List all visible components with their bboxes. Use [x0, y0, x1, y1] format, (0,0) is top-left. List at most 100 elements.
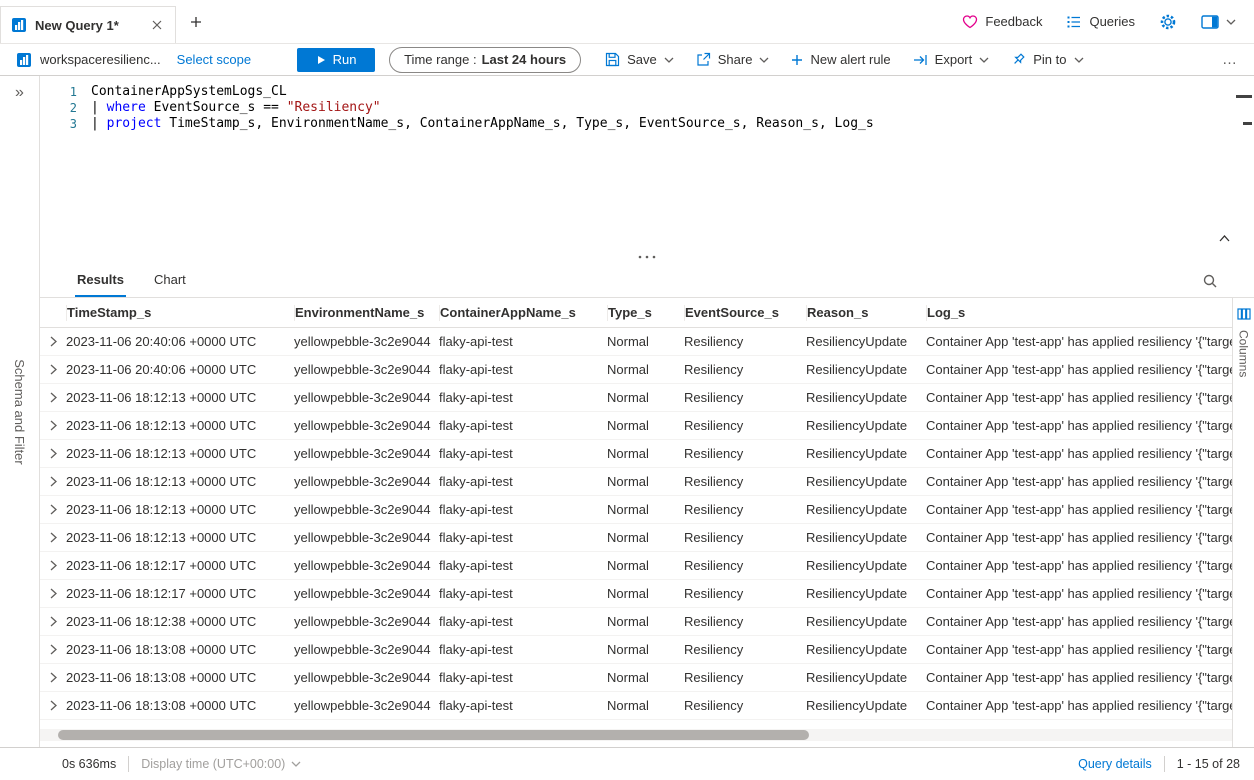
display-time-dropdown[interactable]: Display time (UTC+00:00): [141, 757, 301, 771]
table-row[interactable]: 2023-11-06 18:12:13 +0000 UTCyellowpebbl…: [40, 496, 1232, 524]
run-button[interactable]: Run: [297, 48, 375, 72]
queries-button[interactable]: Queries: [1066, 14, 1135, 30]
tab-results[interactable]: Results: [75, 264, 126, 297]
table-row[interactable]: 2023-11-06 18:12:13 +0000 UTCyellowpebbl…: [40, 412, 1232, 440]
save-button[interactable]: Save: [605, 52, 674, 67]
share-button[interactable]: Share: [696, 52, 770, 67]
table-row[interactable]: 2023-11-06 18:12:38 +0000 UTCyellowpebbl…: [40, 608, 1232, 636]
table-cell: 2023-11-06 18:13:08 +0000 UTC: [66, 698, 294, 713]
table-cell: 2023-11-06 18:12:17 +0000 UTC: [66, 586, 294, 601]
share-label: Share: [718, 52, 753, 67]
layout-button[interactable]: [1201, 15, 1236, 29]
row-expander[interactable]: [40, 364, 66, 375]
feedback-label: Feedback: [985, 14, 1042, 29]
table-cell: flaky-api-test: [439, 698, 607, 713]
table-row[interactable]: 2023-11-06 18:12:13 +0000 UTCyellowpebbl…: [40, 440, 1232, 468]
row-expander[interactable]: [40, 616, 66, 627]
row-expander[interactable]: [40, 532, 66, 543]
table-cell: flaky-api-test: [439, 670, 607, 685]
new-alert-rule-button[interactable]: New alert rule: [791, 52, 890, 67]
more-commands-button[interactable]: …: [1222, 51, 1238, 68]
expand-panel-button[interactable]: »: [15, 84, 24, 102]
table-row[interactable]: 2023-11-06 18:12:13 +0000 UTCyellowpebbl…: [40, 384, 1232, 412]
new-tab-button[interactable]: [186, 12, 206, 32]
query-editor[interactable]: 1ContainerAppSystemLogs_CL2| where Event…: [40, 76, 1254, 250]
table-row[interactable]: 2023-11-06 18:13:08 +0000 UTCyellowpebbl…: [40, 664, 1232, 692]
table-cell: 2023-11-06 18:12:13 +0000 UTC: [66, 418, 294, 433]
schema-filter-label[interactable]: Schema and Filter: [12, 359, 27, 465]
row-expander[interactable]: [40, 504, 66, 515]
column-header-log_s[interactable]: Log_s: [926, 305, 1232, 321]
table-cell: flaky-api-test: [439, 642, 607, 657]
table-row[interactable]: 2023-11-06 18:12:13 +0000 UTCyellowpebbl…: [40, 468, 1232, 496]
table-row[interactable]: 2023-11-06 20:40:06 +0000 UTCyellowpebbl…: [40, 328, 1232, 356]
search-button[interactable]: [1200, 271, 1220, 291]
table-cell: Normal: [607, 698, 684, 713]
column-header-containerappname_s[interactable]: ContainerAppName_s: [439, 305, 607, 321]
table-cell: Container App 'test-app' has applied res…: [926, 614, 1232, 629]
query-details-link[interactable]: Query details: [1078, 757, 1152, 771]
columns-panel[interactable]: Columns: [1232, 298, 1254, 747]
editor-line[interactable]: 1ContainerAppSystemLogs_CL: [40, 84, 1254, 100]
table-cell: ResiliencyUpdate: [806, 502, 926, 517]
row-expander[interactable]: [40, 448, 66, 459]
table-cell: yellowpebble-3c2e9044: [294, 670, 439, 685]
workspace-scope[interactable]: workspaceresilienc...: [16, 52, 161, 68]
tab-chart[interactable]: Chart: [152, 264, 188, 297]
table-cell: Container App 'test-app' has applied res…: [926, 362, 1232, 377]
table-cell: yellowpebble-3c2e9044: [294, 502, 439, 517]
close-icon[interactable]: [149, 17, 165, 33]
row-expander[interactable]: [40, 336, 66, 347]
save-icon: [605, 52, 620, 67]
row-expander[interactable]: [40, 560, 66, 571]
table-cell: Normal: [607, 642, 684, 657]
table-cell: ResiliencyUpdate: [806, 530, 926, 545]
table-cell: Resiliency: [684, 502, 806, 517]
row-expander[interactable]: [40, 476, 66, 487]
chevron-down-icon: [664, 57, 674, 63]
table-cell: Normal: [607, 530, 684, 545]
table-row[interactable]: 2023-11-06 18:13:08 +0000 UTCyellowpebbl…: [40, 636, 1232, 664]
status-bar-right: Query details 1 - 15 of 28: [1078, 756, 1240, 772]
row-expander[interactable]: [40, 420, 66, 431]
table-row[interactable]: 2023-11-06 18:13:08 +0000 UTCyellowpebbl…: [40, 692, 1232, 720]
row-expander[interactable]: [40, 588, 66, 599]
collapse-editor-button[interactable]: [1217, 233, 1232, 244]
table-row[interactable]: 2023-11-06 18:12:13 +0000 UTCyellowpebbl…: [40, 524, 1232, 552]
pin-to-button[interactable]: Pin to: [1011, 52, 1083, 67]
table-cell: flaky-api-test: [439, 334, 607, 349]
columns-icon: [1237, 308, 1251, 320]
settings-button[interactable]: [1159, 13, 1177, 31]
table-cell: Container App 'test-app' has applied res…: [926, 418, 1232, 433]
column-header-environmentname_s[interactable]: EnvironmentName_s: [294, 305, 439, 321]
table-row[interactable]: 2023-11-06 20:40:06 +0000 UTCyellowpebbl…: [40, 356, 1232, 384]
row-expander[interactable]: [40, 672, 66, 683]
content-area: 1ContainerAppSystemLogs_CL2| where Event…: [40, 76, 1254, 747]
row-expander[interactable]: [40, 700, 66, 711]
select-scope-link[interactable]: Select scope: [177, 52, 251, 67]
tab-new-query[interactable]: New Query 1*: [0, 6, 176, 43]
row-expander[interactable]: [40, 644, 66, 655]
feedback-button[interactable]: Feedback: [962, 14, 1042, 30]
play-icon: [316, 55, 326, 65]
column-header-eventsource_s[interactable]: EventSource_s: [684, 305, 806, 321]
time-range-value: Last 24 hours: [482, 52, 567, 67]
time-range-picker[interactable]: Time range : Last 24 hours: [389, 47, 581, 73]
table-cell: Normal: [607, 446, 684, 461]
horizontal-scrollbar[interactable]: [40, 729, 1232, 741]
table-row[interactable]: 2023-11-06 18:12:17 +0000 UTCyellowpebbl…: [40, 580, 1232, 608]
table-cell: Container App 'test-app' has applied res…: [926, 670, 1232, 685]
editor-scrollbar-mark: [1243, 122, 1252, 125]
scrollbar-thumb[interactable]: [58, 730, 809, 740]
column-header-reason_s[interactable]: Reason_s: [806, 305, 926, 321]
editor-line[interactable]: 3| project TimeStamp_s, EnvironmentName_…: [40, 116, 1254, 132]
export-button[interactable]: Export: [913, 52, 990, 67]
row-expander[interactable]: [40, 392, 66, 403]
splitter-handle[interactable]: [40, 250, 1254, 264]
column-header-type_s[interactable]: Type_s: [607, 305, 684, 321]
editor-line[interactable]: 2| where EventSource_s == "Resiliency": [40, 100, 1254, 116]
chevron-right-icon: [50, 504, 57, 515]
column-header-timestamp_s[interactable]: TimeStamp_s: [66, 305, 294, 321]
table-cell: Container App 'test-app' has applied res…: [926, 586, 1232, 601]
table-row[interactable]: 2023-11-06 18:12:17 +0000 UTCyellowpebbl…: [40, 552, 1232, 580]
